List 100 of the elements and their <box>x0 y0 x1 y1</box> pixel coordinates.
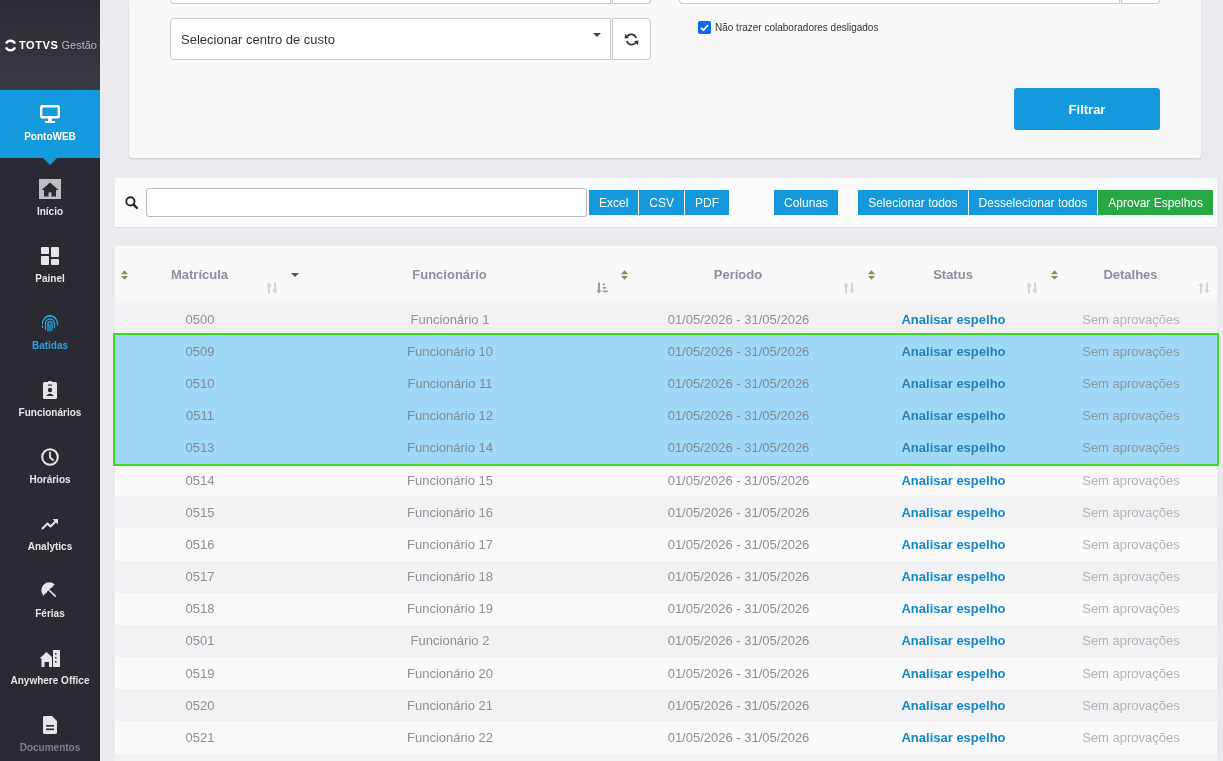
checkbox-label: Não trazer colaboradores desligados <box>715 22 879 33</box>
nav-item[interactable]: Funcionários <box>0 359 100 426</box>
table-cell: Funcionário 20 <box>407 665 493 681</box>
table-cell: 0500 <box>185 311 215 327</box>
nav-item[interactable]: Painel <box>0 225 100 292</box>
analyze-link[interactable]: Analisar espelho <box>901 730 1006 746</box>
table-cell: Sem aprovações <box>1082 440 1180 456</box>
pointer-icon <box>43 158 57 165</box>
approve-button[interactable]: Aprovar Espelhos <box>1098 190 1213 215</box>
table-cell: Sem aprovações <box>1082 536 1180 552</box>
table-cell: Funcionário 19 <box>407 601 493 617</box>
table-cell: 01/05/2026 - 31/05/2026 <box>667 601 810 617</box>
input-addon-button[interactable] <box>1121 0 1160 4</box>
table-cell: 0513 <box>185 440 215 456</box>
table-row[interactable]: 0518 Funcionário 19 01/05/2026 - 31/05/2026 Analisar espelho Sem aprovações <box>115 592 1217 625</box>
table-cell: 0520 <box>185 697 215 713</box>
table-cell: 0519 <box>185 665 215 681</box>
table-cell: Sem aprovações <box>1082 343 1180 359</box>
table-cell: 01/05/2026 - 31/05/2026 <box>667 311 810 327</box>
home-icon <box>39 179 61 199</box>
deselect-all-button[interactable]: Desselecionar todos <box>968 190 1098 215</box>
table-cell: Funcionário 17 <box>407 536 493 552</box>
table-cell: Sem aprovações <box>1082 665 1180 681</box>
analyze-link[interactable]: Analisar espelho <box>901 665 1006 681</box>
table-cell: 0515 <box>185 504 215 520</box>
table-cell: 01/05/2026 - 31/05/2026 <box>667 633 810 649</box>
analyze-link[interactable]: Analisar espelho <box>901 375 1006 391</box>
module-tab[interactable]: PontoWEB <box>0 90 100 158</box>
table-row[interactable]: 0510 Funcionário 11 01/05/2026 - 31/05/2026 Analisar espelho Sem aprovações <box>115 367 1217 400</box>
search-field[interactable] <box>146 188 587 217</box>
export-button[interactable]: PDF <box>685 190 730 215</box>
table-cell: Funcionário 15 <box>407 472 493 488</box>
table-cell: 0517 <box>185 569 215 585</box>
table-row[interactable]: 0511 Funcionário 12 01/05/2026 - 31/05/2026 Analisar espelho Sem aprovações <box>115 399 1217 432</box>
analyze-link[interactable]: Analisar espelho <box>901 697 1006 713</box>
table-cell: Funcionário 21 <box>407 697 493 713</box>
column-header[interactable]: Funcionário <box>285 246 615 303</box>
product-name: Gestão <box>61 39 97 51</box>
id-badge-icon <box>43 381 57 399</box>
analyze-link[interactable]: Analisar espelho <box>901 633 1006 649</box>
input-addon-button[interactable] <box>612 0 651 4</box>
export-button[interactable]: CSV <box>639 190 685 215</box>
nav-item[interactable]: Férias <box>0 560 100 627</box>
analyze-link[interactable]: Analisar espelho <box>901 311 1006 327</box>
table-row[interactable]: 0521 Funcionário 22 01/05/2026 - 31/05/2026 Analisar espelho Sem aprovações <box>115 721 1217 754</box>
cost-center-select[interactable]: Selecionar centro de custo <box>170 18 611 60</box>
column-header[interactable]: Período <box>615 246 862 303</box>
analyze-link[interactable]: Analisar espelho <box>901 440 1006 456</box>
table-row[interactable]: 0509 Funcionário 10 01/05/2026 - 31/05/2026 Analisar espelho Sem aprovações <box>115 335 1217 368</box>
table-cell: Funcionário 10 <box>407 343 493 359</box>
analyze-link[interactable]: Analisar espelho <box>901 408 1006 424</box>
table-cell: Funcionário 14 <box>407 440 493 456</box>
select-all-button[interactable]: Selecionar todos <box>858 190 968 215</box>
table-cell: Funcionário 18 <box>407 569 493 585</box>
table-cell: Sem aprovações <box>1082 504 1180 520</box>
sort-caret-icon <box>621 269 628 280</box>
table-row[interactable]: 0513 Funcionário 14 01/05/2026 - 31/05/2026 Analisar espelho Sem aprovações <box>115 431 1217 464</box>
nav-item[interactable]: Anywhere Office <box>0 627 100 694</box>
input-field[interactable] <box>170 0 611 4</box>
analyze-link[interactable]: Analisar espelho <box>901 343 1006 359</box>
analyze-link[interactable]: Analisar espelho <box>901 472 1006 488</box>
grid-icon <box>41 247 59 265</box>
table-cell: Sem aprovações <box>1082 311 1180 327</box>
sort-arrows-icon <box>266 282 278 294</box>
checkbox[interactable] <box>698 21 711 34</box>
nav-item[interactable]: Horários <box>0 426 100 493</box>
brand-name: TOTVS <box>19 39 59 51</box>
table-cell: Sem aprovações <box>1082 472 1180 488</box>
analyze-link[interactable]: Analisar espelho <box>901 536 1006 552</box>
table-row[interactable]: 0519 Funcionário 20 01/05/2026 - 31/05/2026 Analisar espelho Sem aprovações <box>115 657 1217 690</box>
table-cell: Funcionário 11 <box>407 375 493 391</box>
nav-item[interactable]: Batidas <box>0 292 100 359</box>
analyze-link[interactable]: Analisar espelho <box>901 601 1006 617</box>
table-cell: Sem aprovações <box>1082 601 1180 617</box>
table-cell: Sem aprovações <box>1082 408 1180 424</box>
column-header[interactable]: Matrícula <box>115 246 285 303</box>
filter-button[interactable]: Filtrar <box>1014 88 1160 130</box>
column-header[interactable]: Status <box>862 246 1045 303</box>
sort-caret-icon <box>868 269 875 280</box>
umbrella-icon <box>41 582 59 600</box>
export-button[interactable]: Excel <box>589 190 639 215</box>
table-cell: 01/05/2026 - 31/05/2026 <box>667 375 810 391</box>
nav-item[interactable]: Analytics <box>0 493 100 560</box>
column-header[interactable]: Detalhes <box>1045 246 1217 303</box>
analyze-link[interactable]: Analisar espelho <box>901 504 1006 520</box>
monitor-icon <box>40 105 60 123</box>
table-row[interactable]: 0516 Funcionário 17 01/05/2026 - 31/05/2026 Analisar espelho Sem aprovações <box>115 528 1217 561</box>
input-field[interactable] <box>679 0 1120 4</box>
analyze-link[interactable]: Analisar espelho <box>901 569 1006 585</box>
nav-item[interactable]: Início <box>0 158 100 225</box>
table-cell: Funcionário 12 <box>407 408 493 424</box>
refresh-button[interactable] <box>612 18 651 60</box>
search-icon <box>125 196 138 209</box>
sync-icon <box>624 31 639 47</box>
sort-arrows-icon <box>1198 282 1210 294</box>
trend-line-icon <box>41 518 59 530</box>
columns-button[interactable]: Colunas <box>774 190 839 215</box>
fingerprint-icon <box>41 314 59 332</box>
table-cell: 01/05/2026 - 31/05/2026 <box>667 343 810 359</box>
sort-arrows-icon <box>843 282 855 294</box>
